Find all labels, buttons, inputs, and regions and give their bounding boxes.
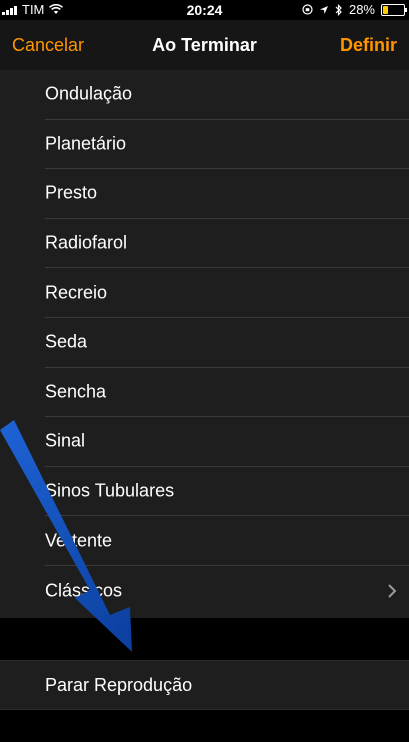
list-item[interactable]: Sencha xyxy=(45,368,409,418)
navigation-bar: Cancelar Ao Terminar Definir xyxy=(0,20,409,70)
list-item[interactable]: Presto xyxy=(45,169,409,219)
list-item-label: Recreio xyxy=(45,282,108,303)
orientation-lock-icon xyxy=(302,4,313,15)
list-item-label: Planetário xyxy=(45,133,127,154)
list-item[interactable]: Seda xyxy=(45,318,409,368)
status-right: 28% xyxy=(302,2,407,17)
chevron-right-icon xyxy=(388,584,397,598)
list-item-label: Sencha xyxy=(45,381,107,402)
list-item[interactable]: Radiofarol xyxy=(45,219,409,269)
list-item-label: Presto xyxy=(45,182,98,203)
battery-percent: 28% xyxy=(348,2,375,17)
list-item-label: Ondulação xyxy=(45,83,133,104)
annotation-arrow xyxy=(0,420,132,652)
list-item-label: Seda xyxy=(45,331,88,352)
status-bar: TIM 20:24 28% xyxy=(0,0,409,20)
battery-icon xyxy=(381,3,407,16)
bluetooth-icon xyxy=(335,3,342,16)
list-item-label: Radiofarol xyxy=(45,232,128,253)
list-item[interactable]: Ondulação xyxy=(45,70,409,120)
set-button[interactable]: Definir xyxy=(340,35,397,56)
list-item[interactable]: Planetário xyxy=(45,120,409,170)
list-item[interactable]: Recreio xyxy=(45,268,409,318)
location-icon xyxy=(319,5,328,14)
